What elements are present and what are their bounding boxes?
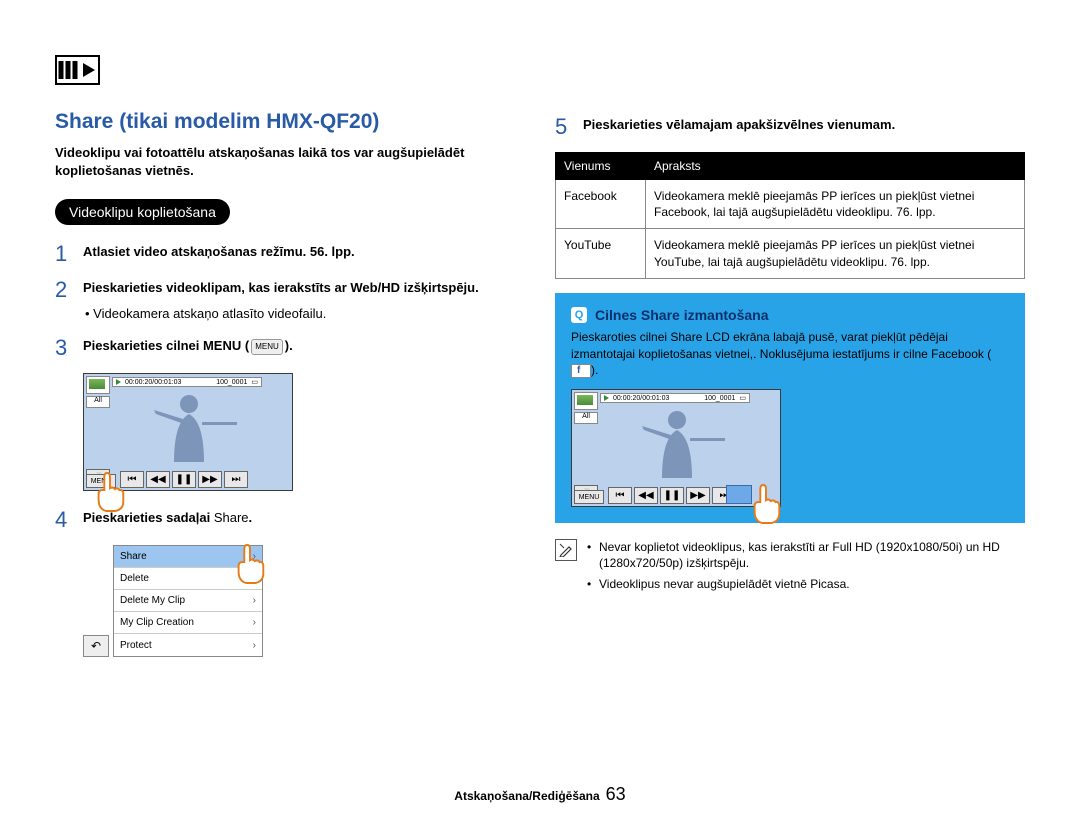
section-pill: Videoklipu koplietošana <box>55 199 230 225</box>
forward-button[interactable]: ▶▶ <box>198 471 222 488</box>
prev-button[interactable]: ⏮ <box>608 487 632 504</box>
q-icon: Q <box>571 307 587 323</box>
all-badge: All <box>574 412 598 424</box>
table-cell-facebook: Facebook <box>556 180 646 229</box>
thumbnail-icon <box>574 392 598 410</box>
all-badge: All <box>86 396 110 408</box>
step-1-number: 1 <box>55 243 73 265</box>
page-footer: Atskaņošana/Rediģēšana63 <box>0 784 1080 805</box>
step-4-text: Pieskarieties sadaļai Share. <box>83 509 525 527</box>
page-title: Share (tikai modelim HMX-QF20) <box>55 110 525 134</box>
touch-hand-icon-3 <box>747 483 785 525</box>
note-icon <box>555 539 577 561</box>
forward-button[interactable]: ▶▶ <box>686 487 710 504</box>
step-2-text: Pieskarieties videoklipam, kas ierakstīt… <box>83 279 525 323</box>
step-5-text: Pieskarieties vēlamajam apakšizvēlnes vi… <box>583 116 1025 134</box>
step-1-text: Atlasiet video atskaņošanas režīmu. 56. … <box>83 243 525 261</box>
note-item-1: Nevar koplietot videoklipus, kas ierakst… <box>587 539 1025 571</box>
touch-hand-icon-2 <box>231 543 269 585</box>
rewind-button[interactable]: ◀◀ <box>146 471 170 488</box>
table-cell-youtube: YouTube <box>556 229 646 278</box>
menu-item-protect[interactable]: Protect› <box>114 634 262 656</box>
intro-text: Videoklipu vai fotoattēlu atskaņošanas l… <box>55 144 525 179</box>
step-5-number: 5 <box>555 116 573 138</box>
table-header-desc: Apraksts <box>646 153 1025 180</box>
table-cell-facebook-desc: Videokamera meklē pieejamās PP ierīces u… <box>646 180 1025 229</box>
lcd-topbar: 00:00:20/00:01:03100_0001▭ <box>112 377 262 387</box>
touch-hand-icon <box>91 471 129 513</box>
back-button[interactable]: ↶ <box>83 635 109 657</box>
info-box: Q Cilnes Share izmantošana Pieskaroties … <box>555 293 1025 523</box>
step-3-number: 3 <box>55 337 73 359</box>
pause-button[interactable]: ❚❚ <box>660 487 684 504</box>
pause-button[interactable]: ❚❚ <box>172 471 196 488</box>
step-4-number: 4 <box>55 509 73 531</box>
video-silhouette <box>622 408 742 478</box>
table-row: Facebook Videokamera meklē pieejamās PP … <box>556 180 1025 229</box>
video-silhouette <box>134 392 254 462</box>
table-cell-youtube-desc: Videokamera meklē pieejamās PP ierīces u… <box>646 229 1025 278</box>
menu-item-my-clip-creation[interactable]: My Clip Creation› <box>114 612 262 634</box>
lcd-topbar: 00:00:20/00:01:03100_0001▭ <box>600 393 750 403</box>
step-2-sub: Videokamera atskaņo atlasīto videofailu. <box>85 305 525 323</box>
next-button[interactable]: ⏭ <box>224 471 248 488</box>
thumbnail-icon <box>86 376 110 394</box>
info-box-body: Pieskaroties cilnei Share LCD ekrāna lab… <box>571 329 1009 379</box>
step-2-number: 2 <box>55 279 73 301</box>
chapter-icon <box>55 55 100 88</box>
rewind-button[interactable]: ◀◀ <box>634 487 658 504</box>
menu-item-delete-my-clip[interactable]: Delete My Clip› <box>114 590 262 612</box>
lcd-screenshot-1: 00:00:20/00:01:03100_0001▭ All 🔊 MENU ⏮ … <box>83 373 525 491</box>
table-header-item: Vienums <box>556 153 646 180</box>
info-box-heading: Cilnes Share izmantošana <box>595 307 769 323</box>
facebook-chip-icon <box>571 364 591 378</box>
lcd-menu-button[interactable]: MENU <box>574 490 604 504</box>
note-item-2: Videoklipus nevar augšupielādēt vietnē P… <box>587 576 1025 592</box>
submenu-table: Vienums Apraksts Facebook Videokamera me… <box>555 152 1025 279</box>
table-row: YouTube Videokamera meklē pieejamās PP i… <box>556 229 1025 278</box>
step-3-text: Pieskarieties cilnei MENU (MENU). <box>83 337 525 355</box>
menu-badge-icon: MENU <box>251 339 283 354</box>
note-list: Nevar koplietot videoklipus, kas ierakst… <box>587 539 1025 596</box>
menu-screenshot: ↶ Share› Delete› Delete My Clip› My Clip… <box>113 545 525 657</box>
